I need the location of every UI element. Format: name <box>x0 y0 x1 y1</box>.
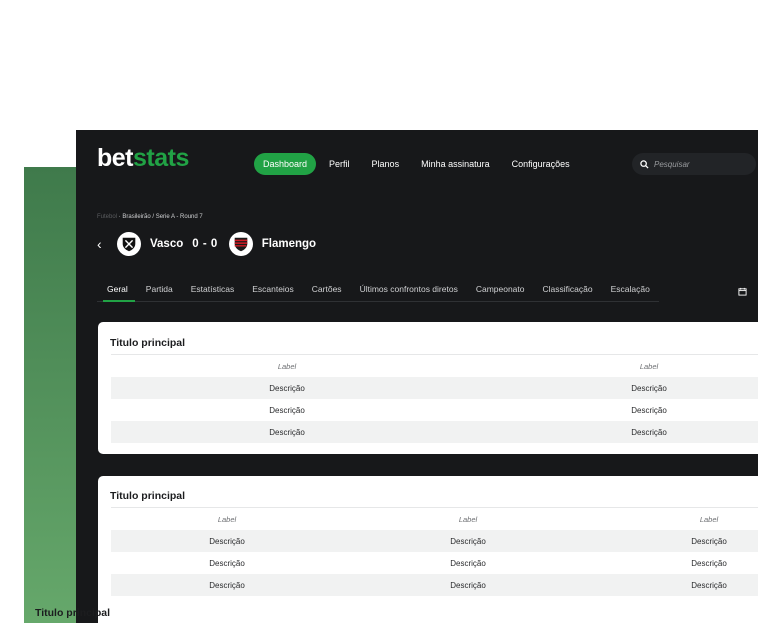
vasco-crest-icon <box>117 232 141 256</box>
search-input[interactable]: Pesquisar <box>632 153 756 175</box>
tab-classificacao[interactable]: Classificação <box>534 279 602 301</box>
table-row: Descrição Descrição Descrição <box>111 530 758 552</box>
table-cell: Descrição <box>631 383 667 393</box>
tab-partida[interactable]: Partida <box>137 279 182 301</box>
table-cell: Descrição <box>691 580 727 590</box>
table-cell: Descrição <box>691 536 727 546</box>
stats-table: Label Label Label Descrição Descrição De… <box>111 507 758 596</box>
card-title: Titulo principal <box>35 607 111 619</box>
column-header: Label <box>639 361 659 371</box>
table-cell: Descrição <box>269 427 305 437</box>
table-cell: Descrição <box>269 405 305 415</box>
table-cell: Descrição <box>209 558 245 568</box>
app-window: betstats Dashboard Perfil Planos Minha a… <box>76 130 758 623</box>
table-row: Descrição Descrição Descrição <box>111 552 758 574</box>
decorative-green-panel <box>24 167 80 623</box>
column-header: Label <box>217 514 237 524</box>
nav-configuracoes[interactable]: Configurações <box>503 153 579 175</box>
tab-ultimos-confrontos[interactable]: Últimos confrontos diretos <box>351 279 467 301</box>
nav-dashboard[interactable]: Dashboard <box>254 153 317 175</box>
table-cell: Descrição <box>450 536 486 546</box>
table-cell: Descrição <box>209 580 245 590</box>
card-title: Titulo principal <box>110 490 186 502</box>
column-header: Label <box>277 361 297 371</box>
tab-campeonato[interactable]: Campeonato <box>467 279 534 301</box>
nav-perfil[interactable]: Perfil <box>320 153 359 175</box>
stats-card-2: Titulo principal Label Label Label Descr… <box>98 476 758 623</box>
breadcrumb: Futebol · Brasileirão / Serie A - Round … <box>97 214 203 220</box>
table-row: Descrição Descrição <box>111 421 758 443</box>
match-header: ‹ Vasco 0 - 0 Flamengo <box>97 230 325 258</box>
table-row: Descrição Descrição Descrição <box>111 574 758 596</box>
calendar-icon[interactable] <box>738 283 747 301</box>
table-cell: Descrição <box>450 558 486 568</box>
tab-estatisticas[interactable]: Estatísticas <box>182 279 243 301</box>
table-header-row: Label Label <box>111 354 758 377</box>
table-cell: Descrição <box>209 536 245 546</box>
flamengo-crest-icon <box>228 232 253 256</box>
table-cell: Descrição <box>450 580 486 590</box>
match-tabs: Geral Partida Estatísticas Escanteios Ca… <box>97 279 659 302</box>
tab-escanteios[interactable]: Escanteios <box>243 279 303 301</box>
table-cell: Descrição <box>269 383 305 393</box>
tab-cartoes[interactable]: Cartões <box>303 279 351 301</box>
top-navbar: betstats Dashboard Perfil Planos Minha a… <box>76 130 758 196</box>
nav-planos[interactable]: Planos <box>363 153 409 175</box>
breadcrumb-root[interactable]: Futebol <box>97 214 117 220</box>
column-header: Label <box>699 514 719 524</box>
tab-escalacao[interactable]: Escalação <box>602 279 659 301</box>
column-header: Label <box>458 514 478 524</box>
table-cell: Descrição <box>691 558 727 568</box>
back-chevron-icon[interactable]: ‹ <box>97 236 117 252</box>
home-team-name: Vasco <box>150 238 184 250</box>
stats-card-1: Titulo principal Label Label Descrição D… <box>98 322 758 454</box>
card-title: Titulo principal <box>110 337 186 349</box>
table-row: Descrição Descrição <box>111 377 758 399</box>
tab-geral[interactable]: Geral <box>97 279 137 302</box>
search-icon <box>640 159 649 169</box>
away-team-name: Flamengo <box>261 238 317 250</box>
nav-minha-assinatura[interactable]: Minha assinatura <box>412 153 499 175</box>
main-nav: Dashboard Perfil Planos Minha assinatura… <box>254 153 583 175</box>
search-placeholder: Pesquisar <box>654 159 690 169</box>
table-cell: Descrição <box>631 427 667 437</box>
match-score: 0 - 0 <box>192 238 218 250</box>
stats-table: Label Label Descrição Descrição Descriçã… <box>111 354 758 443</box>
table-cell: Descrição <box>631 405 667 415</box>
table-row: Descrição Descrição <box>111 399 758 421</box>
betstats-logo[interactable]: betstats <box>97 144 189 173</box>
breadcrumb-path: Brasileirão / Serie A - Round 7 <box>122 214 203 220</box>
table-header-row: Label Label Label <box>111 507 758 530</box>
